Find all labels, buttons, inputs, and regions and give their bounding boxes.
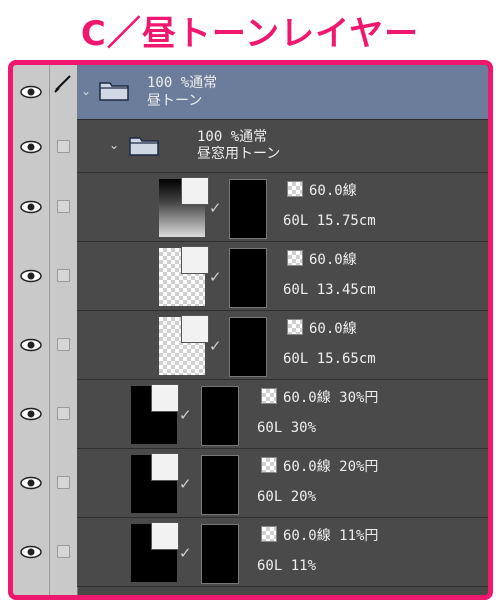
eye-icon[interactable] xyxy=(20,269,42,283)
layer-row-folder-2[interactable]: ⌄ 100 %通常 昼窓用トーン xyxy=(13,120,488,173)
layer-panel: ⌄ 100 %通常 昼トーン ⌄ 100 %通常 昼窓用トーン ✓ 60.0線 … xyxy=(8,60,493,600)
tone-detail: 60L 15.75cm xyxy=(283,213,376,229)
tone-pattern-icon xyxy=(287,181,303,197)
layer-content[interactable]: ⌄ 100 %通常 昼トーン xyxy=(77,65,488,120)
layer-mask-thumbnail xyxy=(229,317,267,377)
checkbox-icon[interactable] xyxy=(57,338,70,351)
tone-layer-icon xyxy=(151,522,179,550)
link-check-icon: ✓ xyxy=(179,475,192,493)
chevron-down-icon[interactable]: ⌄ xyxy=(109,138,119,152)
checkbox-icon[interactable] xyxy=(57,407,70,420)
tone-detail: 60L 15.65cm xyxy=(283,351,376,367)
tone-pattern-icon xyxy=(287,319,303,335)
tone-setting: 60.0線 xyxy=(309,252,357,268)
layer-content[interactable]: ✓ 60.0線 60L 15.75cm xyxy=(77,173,488,242)
tone-setting: 60.0線 11%円 xyxy=(283,528,379,544)
layer-content[interactable]: ✓ 60.0線 60L 13.45cm xyxy=(77,242,488,311)
tone-pattern-icon xyxy=(287,250,303,266)
eye-icon[interactable] xyxy=(20,407,42,421)
tone-detail: 60L 20% xyxy=(257,489,317,505)
checkbox-icon[interactable] xyxy=(57,140,70,153)
link-check-icon: ✓ xyxy=(179,406,192,424)
tone-layer-icon xyxy=(181,315,209,343)
eye-icon[interactable] xyxy=(20,338,42,352)
folder-icon xyxy=(129,137,159,156)
layer-mask-thumbnail xyxy=(229,248,267,308)
layer-blend-mode: 100 %通常 xyxy=(197,129,268,145)
layer-row-folder-1[interactable]: ⌄ 100 %通常 昼トーン xyxy=(13,65,488,120)
layer-content[interactable]: ✓ 60.0線 11%円 60L 11% xyxy=(77,518,488,587)
layer-name: 昼トーン xyxy=(147,93,203,109)
tone-layer-icon xyxy=(181,177,209,205)
layer-blend-mode: 100 %通常 xyxy=(147,75,218,91)
layer-name: 昼窓用トーン xyxy=(197,146,281,162)
layer-content[interactable]: ⌄ 100 %通常 昼窓用トーン xyxy=(77,120,488,173)
layer-row-tone-2[interactable]: ✓ 60.0線 60L 13.45cm xyxy=(13,242,488,311)
eye-icon[interactable] xyxy=(20,140,42,154)
layer-mask-thumbnail xyxy=(201,455,239,515)
tone-layer-icon xyxy=(151,453,179,481)
layer-row-tone-4[interactable]: ✓ 60.0線 30%円 60L 30% xyxy=(13,380,488,449)
page-title: C／昼トーンレイヤー xyxy=(80,14,420,54)
tone-setting: 60.0線 30%円 xyxy=(283,390,379,406)
tone-setting: 60.0線 xyxy=(309,183,357,199)
layer-content[interactable]: ✓ 60.0線 60L 15.65cm xyxy=(77,311,488,380)
tone-pattern-icon xyxy=(261,388,277,404)
tone-setting: 60.0線 xyxy=(309,321,357,337)
tone-layer-icon xyxy=(151,384,179,412)
tone-layer-icon xyxy=(181,246,209,274)
layer-content[interactable]: ✓ 60.0線 30%円 60L 30% xyxy=(77,380,488,449)
layer-row-tone-5[interactable]: ✓ 60.0線 20%円 60L 20% xyxy=(13,449,488,518)
link-check-icon: ✓ xyxy=(209,199,222,217)
eye-icon[interactable] xyxy=(20,545,42,559)
checkbox-icon[interactable] xyxy=(57,269,70,282)
layer-mask-thumbnail xyxy=(201,386,239,446)
layer-content[interactable]: ✓ 60.0線 20%円 60L 20% xyxy=(77,449,488,518)
layer-row-tone-3[interactable]: ✓ 60.0線 60L 15.65cm xyxy=(13,311,488,380)
checkbox-icon[interactable] xyxy=(57,545,70,558)
eye-icon[interactable] xyxy=(20,476,42,490)
pen-icon[interactable] xyxy=(53,73,73,93)
link-check-icon: ✓ xyxy=(179,544,192,562)
layer-mask-thumbnail xyxy=(229,179,267,239)
layer-mask-thumbnail xyxy=(201,524,239,584)
link-check-icon: ✓ xyxy=(209,337,222,355)
layer-row-tone-1[interactable]: ✓ 60.0線 60L 15.75cm xyxy=(13,173,488,242)
layer-row-tone-6[interactable]: ✓ 60.0線 11%円 60L 11% xyxy=(13,518,488,587)
chevron-down-icon[interactable]: ⌄ xyxy=(81,84,91,98)
link-check-icon: ✓ xyxy=(209,268,222,286)
tone-detail: 60L 11% xyxy=(257,558,317,574)
tone-pattern-icon xyxy=(261,526,277,542)
folder-icon xyxy=(99,82,129,101)
checkbox-icon[interactable] xyxy=(57,200,70,213)
tone-setting: 60.0線 20%円 xyxy=(283,459,379,475)
tone-detail: 60L 13.45cm xyxy=(283,282,376,298)
checkbox-icon[interactable] xyxy=(57,476,70,489)
tone-detail: 60L 30% xyxy=(257,420,317,436)
eye-icon[interactable] xyxy=(20,85,42,99)
tone-pattern-icon xyxy=(261,457,277,473)
eye-icon[interactable] xyxy=(20,200,42,214)
